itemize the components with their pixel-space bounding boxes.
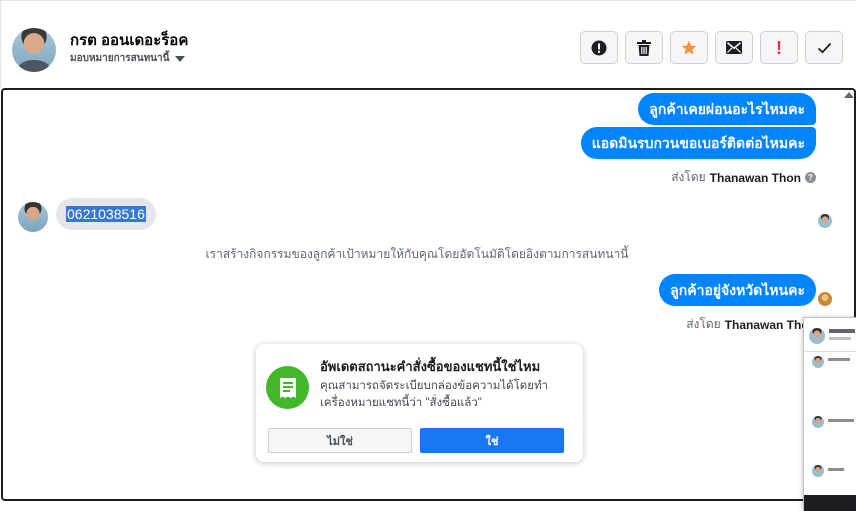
preview-avatar <box>809 328 825 344</box>
mark-unread-button[interactable] <box>715 31 753 64</box>
preview-text-line <box>829 337 851 340</box>
prompt-title: อัพเดตสถานะคำสั่งซื้อของแชทนี้ใช่ไหม <box>320 359 541 374</box>
chevron-down-icon <box>175 55 186 62</box>
conversation-header: กรต ออนเดอะร็อค มอบหมายการสนทนานี้ ! <box>0 0 856 88</box>
outgoing-message[interactable]: แอดมินรบกวนขอเบอร์ติดต่อไหมคะ <box>580 127 816 159</box>
order-status-prompt: อัพเดตสถานะคำสั่งซื้อของแชทนี้ใช่ไหม คุณ… <box>256 344 583 462</box>
sender-name: Thanawan Thon <box>709 170 801 185</box>
incoming-message-text: 0621038516 <box>66 206 146 222</box>
trash-icon <box>637 39 651 56</box>
conversation-toolbar: ! <box>580 31 843 64</box>
sent-by-prefix: ส่งโดย <box>686 317 721 331</box>
outgoing-message[interactable]: ลูกค้าอยู่จังหวัดไหนคะ <box>659 274 816 306</box>
yes-button[interactable]: ใช่ <box>420 428 564 453</box>
sent-by-label: ส่งโดย Thanawan Thon <box>686 315 816 334</box>
assign-conversation-dropdown[interactable]: มอบหมายการสนทนานี้ <box>70 51 186 66</box>
preview-text-line <box>828 358 850 361</box>
envelope-icon <box>726 41 742 54</box>
delete-button[interactable] <box>625 31 663 64</box>
star-button[interactable] <box>670 31 708 64</box>
star-icon <box>681 40 697 55</box>
preview-avatar <box>812 356 824 368</box>
preview-footer <box>804 495 856 511</box>
contact-avatar-small <box>18 202 48 232</box>
agent-avatar-small <box>818 292 832 306</box>
assign-label: มอบหมายการสนทนานี้ <box>70 53 170 64</box>
contact-name[interactable]: กรต ออนเดอะร็อค <box>70 28 188 52</box>
no-button[interactable]: ไม่ใช่ <box>268 428 412 453</box>
read-receipt-avatar <box>818 214 832 228</box>
exclamation-icon: ! <box>776 37 782 58</box>
preview-avatar <box>812 465 824 477</box>
chat-preview-thumbnail[interactable] <box>803 317 856 511</box>
preview-header <box>804 318 856 352</box>
help-icon[interactable]: ? <box>805 172 816 183</box>
incoming-message[interactable]: 0621038516 <box>56 198 156 230</box>
inbox-conversation-view: กรต ออนเดอะร็อค มอบหมายการสนทนานี้ ! ลูก… <box>0 0 856 511</box>
contact-avatar[interactable] <box>12 28 56 72</box>
checkmark-icon <box>817 42 831 53</box>
preview-avatar <box>812 416 824 428</box>
prompt-body: คุณสามารถจัดระเบียบกล่องข้อความได้โดยทำเ… <box>320 380 549 409</box>
scroll-up-arrow-icon[interactable] <box>844 92 854 98</box>
preview-text-line <box>829 329 855 333</box>
mark-spam-button[interactable] <box>580 31 618 64</box>
receipt-icon <box>266 366 309 409</box>
mark-done-button[interactable] <box>805 31 843 64</box>
message-thread[interactable]: ลูกค้าเคยผ่อนอะไรไหมคะ แอดมินรบกวนขอเบอร… <box>1 88 856 501</box>
preview-text-line <box>828 468 844 471</box>
sent-by-label: ส่งโดย Thanawan Thon ? <box>671 168 816 187</box>
alert-circle-icon <box>591 40 607 55</box>
follow-up-button[interactable]: ! <box>760 31 798 64</box>
sent-by-prefix: ส่งโดย <box>671 170 706 184</box>
system-note: เราสร้างกิจกรรมของลูกค้าเป้าหมายให้กับคุ… <box>205 247 629 261</box>
preview-text-line <box>828 419 854 422</box>
outgoing-message[interactable]: ลูกค้าเคยผ่อนอะไรไหมคะ <box>638 93 816 125</box>
